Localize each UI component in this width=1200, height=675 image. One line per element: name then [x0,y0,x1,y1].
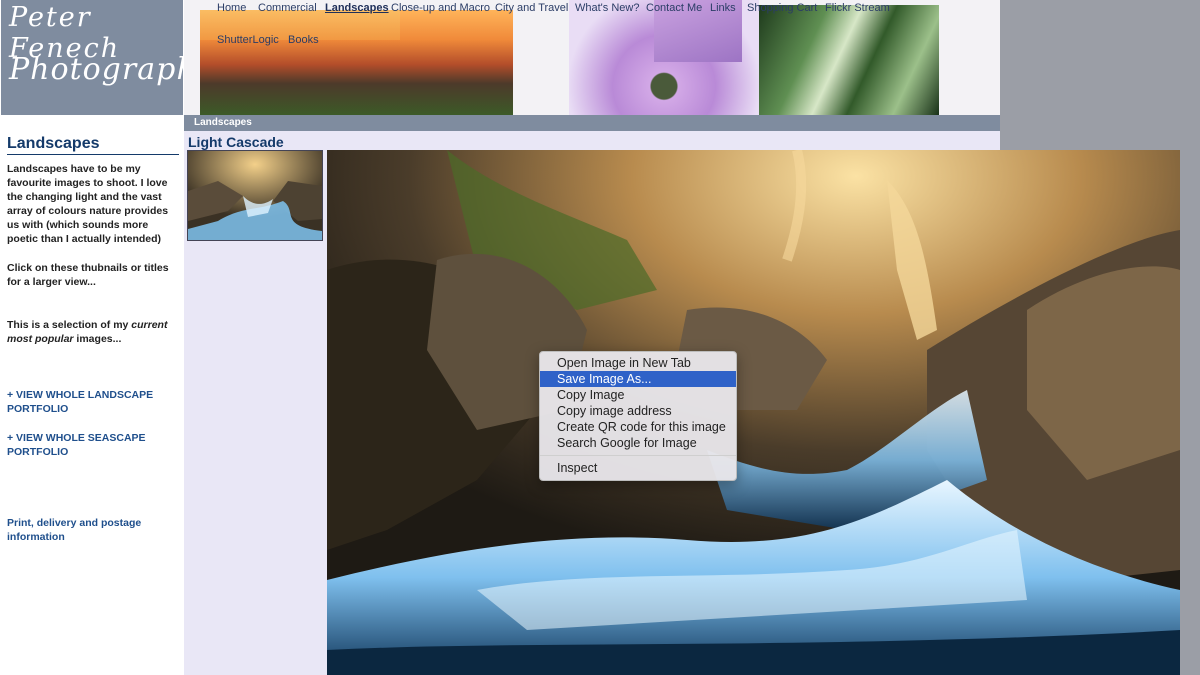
nav-links[interactable]: Links [710,2,736,14]
menu-save-image-as[interactable]: Save Image As... [540,371,736,387]
menu-item-label: Save Image As... [557,372,652,386]
menu-open-image-new-tab[interactable]: Open Image in New Tab [540,355,736,371]
main-nav: Home Commercial Landscapes Close-up and … [184,0,1000,115]
nav-close-up-macro[interactable]: Close-up and Macro [391,2,490,14]
sidebar: Landscapes Landscapes have to be my favo… [1,131,183,675]
sidebar-click-hint: Click on these thubnails or titles for a… [7,262,169,288]
menu-separator [540,455,736,456]
menu-inspect[interactable]: Inspect [540,460,736,476]
nav-city-travel[interactable]: City and Travel [495,2,568,14]
nav-contact-me[interactable]: Contact Me [646,2,702,14]
sidebar-title: Landscapes [7,135,100,152]
thumbnail-image[interactable] [187,150,323,241]
selection-suffix: images... [73,333,122,345]
breadcrumb-bar: Landscapes [184,115,1000,131]
menu-item-label: Copy Image [557,388,625,402]
menu-create-qr-code[interactable]: Create QR code for this image [540,419,736,435]
menu-search-google-for-image[interactable]: Search Google for Image [540,435,736,451]
breadcrumb: Landscapes [194,117,252,128]
menu-item-label: Inspect [557,461,598,475]
nav-home[interactable]: Home [217,2,246,14]
nav-books[interactable]: Books [288,34,319,46]
sidebar-divider [7,154,179,155]
site-logo[interactable]: Peter Fenech Photography [1,0,214,115]
menu-item-label: Copy image address [557,404,672,418]
sidebar-intro: Landscapes have to be my favourite image… [7,163,169,245]
menu-item-label: Open Image in New Tab [557,356,691,370]
nav-shutterlogic[interactable]: ShutterLogic [217,34,279,46]
nav-flickr-stream[interactable]: Flickr Stream [825,2,890,14]
nav-landscapes[interactable]: Landscapes [325,2,389,14]
menu-item-label: Create QR code for this image [557,420,726,434]
menu-item-label: Search Google for Image [557,436,697,450]
menu-copy-image[interactable]: Copy Image [540,387,736,403]
view-landscape-portfolio-link[interactable]: + VIEW WHOLE LANDSCAPE PORTFOLIO [7,388,179,416]
main-photo[interactable] [327,150,1180,675]
nav-commercial[interactable]: Commercial [258,2,317,14]
sidebar-selection-note: This is a selection of my current most p… [7,318,179,346]
view-seascape-portfolio-link[interactable]: + VIEW WHOLE SEASCAPE PORTFOLIO [7,431,179,459]
image-title[interactable]: Light Cascade [188,134,284,150]
context-menu: Open Image in New Tab Save Image As... C… [539,351,737,481]
nav-shopping-cart[interactable]: Shopping Cart [747,2,817,14]
menu-copy-image-address[interactable]: Copy image address [540,403,736,419]
selection-prefix: This is a selection of my [7,319,132,331]
nav-whats-new[interactable]: What's New? [575,2,639,14]
print-delivery-link[interactable]: Print, delivery and postage information [7,516,179,544]
